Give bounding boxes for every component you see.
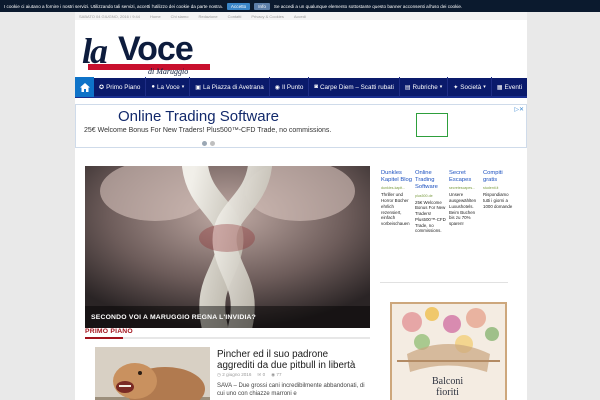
article-comments[interactable]: ✉ 0 bbox=[257, 372, 265, 378]
side-image-line1: Balconi bbox=[432, 376, 464, 387]
page-container: la Voce di Maruggio ✪ Primo Piano ● La Voc… bbox=[75, 20, 527, 400]
nav-home-button[interactable] bbox=[75, 77, 95, 97]
featured-image bbox=[85, 166, 370, 328]
logo-la: la bbox=[82, 31, 108, 71]
side-divider bbox=[380, 282, 508, 283]
nav-label: Il Punto bbox=[282, 83, 304, 91]
side-ad-source: dunkles-kapit... bbox=[381, 186, 406, 191]
top-link-chi-siamo[interactable]: Chi siamo bbox=[171, 14, 189, 19]
side-ad-title[interactable]: Online Trading Software bbox=[415, 170, 447, 192]
side-ad-1[interactable]: Dunkles Kapitel Blog dunkles-kapit... Th… bbox=[380, 170, 414, 270]
side-ad-desc: Rispondiamo tutti i giorni a 1000 domand… bbox=[483, 192, 513, 209]
nav-item-primo-piano[interactable]: ✪ Primo Piano bbox=[94, 77, 147, 97]
nav-item-rubriche[interactable]: ▤ Rubriche ▾ bbox=[400, 77, 449, 97]
side-ad-title[interactable]: Secret Escapes bbox=[449, 170, 481, 184]
article-views: ◉ 77 bbox=[271, 372, 282, 377]
article-title[interactable]: Pincher ed il suo padrone aggrediti da d… bbox=[217, 349, 367, 372]
ad-text: 25€ Welcome Bonus For New Traders! Plus5… bbox=[84, 127, 332, 134]
nav-item-piazza-avetrana[interactable]: ▣ La Piazza di Avetrana bbox=[190, 77, 270, 97]
section-divider bbox=[85, 337, 370, 339]
featured-caption[interactable]: SECONDO VOI A MARUGGIO REGNA L'INVIDIA? bbox=[85, 306, 370, 328]
ad-pagination bbox=[202, 141, 215, 146]
top-link-privacy[interactable]: Privacy & Cookies bbox=[251, 14, 283, 19]
nav-item-societa[interactable]: ✦ Società ▾ bbox=[448, 77, 492, 97]
book-icon: ▤ bbox=[404, 84, 411, 91]
ad-banner[interactable]: Online Trading Software 25€ Welcome Bonu… bbox=[75, 104, 527, 148]
comment-icon: ● bbox=[151, 84, 156, 90]
side-ad-desc: Unsere ausgewählten Luxushotels. Beim Bu… bbox=[449, 192, 477, 227]
star-icon: ✪ bbox=[99, 84, 105, 91]
top-link-contatti[interactable]: Contatti bbox=[228, 14, 242, 19]
side-ad-2[interactable]: Online Trading Software plus500.de 25€ W… bbox=[414, 170, 448, 270]
site-logo[interactable]: la Voce di Maruggio bbox=[82, 30, 212, 78]
side-ad-source: secretescapes... bbox=[449, 186, 476, 191]
article-date: ◷ 2 giugno 2016 bbox=[217, 372, 252, 377]
article-meta: ◷ 2 giugno 2016 ✉ 0 ◉ 77 bbox=[217, 372, 282, 378]
section-heading-primo-piano: PRIMO PIANO bbox=[85, 328, 133, 335]
side-ad-desc: Thriller und Horror Bücher ehrlich rezen… bbox=[381, 192, 410, 227]
ad-cta-box[interactable] bbox=[416, 113, 448, 137]
nav-label: La Voce bbox=[157, 83, 180, 91]
logo-subtitle: di Maruggio bbox=[148, 67, 189, 76]
nav-item-la-voce[interactable]: ● La Voce ▾ bbox=[146, 77, 191, 97]
side-ad-source: plus500.de bbox=[415, 193, 433, 198]
caret-down-icon: ▾ bbox=[181, 84, 185, 90]
cookie-text: I cookie ci aiutano a fornire i nostri s… bbox=[4, 3, 223, 9]
nav-item-il-punto[interactable]: ◉ Il Punto bbox=[270, 77, 310, 97]
camera-icon: ◙ bbox=[314, 84, 318, 90]
home-icon bbox=[79, 82, 90, 92]
cookie-info-button[interactable]: Info bbox=[254, 2, 270, 10]
nav-label: Rubriche bbox=[412, 83, 438, 91]
article-date-text: 2 giugno 2016 bbox=[222, 372, 252, 377]
side-ad-title[interactable]: Dunkles Kapitel Blog bbox=[381, 170, 413, 184]
nav-label: La Piazza di Avetrana bbox=[202, 83, 264, 91]
article-comments-count: 0 bbox=[262, 372, 266, 377]
cookie-accept-button[interactable]: Accetto bbox=[226, 2, 251, 10]
ad-choices-icon[interactable]: ▷✕ bbox=[514, 106, 524, 113]
top-link-home[interactable]: Home bbox=[150, 14, 161, 19]
cookie-scroll-text: Se accedi a un qualunque elemento sottos… bbox=[273, 3, 463, 9]
side-ad-grid: Dunkles Kapitel Blog dunkles-kapit... Th… bbox=[380, 170, 516, 270]
calendar-icon: ▦ bbox=[496, 84, 503, 91]
main-navbar: ✪ Primo Piano ● La Voce ▾ ▣ La Piazza di Ave… bbox=[75, 77, 527, 98]
side-ad-title[interactable]: Compiti gratis bbox=[483, 170, 515, 184]
nav-label: Società bbox=[460, 83, 482, 91]
side-image-ad[interactable]: Balconi fioriti bbox=[390, 302, 507, 400]
article-thumbnail[interactable] bbox=[95, 347, 210, 400]
nav-item-carpe-diem[interactable]: ◙ Carpe Diem – Scatti rubati bbox=[309, 77, 400, 97]
cookie-bar: I cookie ci aiutano a fornire i nostri s… bbox=[0, 0, 600, 12]
image-icon: ▣ bbox=[195, 84, 201, 91]
side-image-line2: fioriti bbox=[436, 387, 459, 398]
top-date: SABATO 04 GIUGNO, 2016 / 9:44 bbox=[79, 13, 140, 19]
ad-dot-2[interactable] bbox=[210, 141, 215, 146]
side-ad-source: studenti.it bbox=[483, 186, 499, 191]
nav-label: Eventi bbox=[504, 83, 522, 91]
caret-down-icon: ▾ bbox=[439, 84, 443, 90]
nav-label: Carpe Diem – Scatti rubati bbox=[320, 83, 394, 91]
top-link-accedi[interactable]: Accedi bbox=[294, 14, 306, 19]
top-link-redazione[interactable]: Redazione bbox=[198, 14, 217, 19]
ad-dot-1[interactable] bbox=[202, 141, 207, 146]
top-strip: SABATO 04 GIUGNO, 2016 / 9:44 Home Chi s… bbox=[75, 12, 527, 20]
nav-item-eventi[interactable]: ▦ Eventi bbox=[492, 77, 527, 97]
ad-title[interactable]: Online Trading Software bbox=[118, 108, 279, 125]
article-excerpt: SAVA – Due grossi cani incredibilmente a… bbox=[217, 383, 365, 398]
side-ad-4[interactable]: Compiti gratis studenti.it Rispondiamo t… bbox=[482, 170, 516, 270]
target-icon: ◉ bbox=[274, 84, 281, 91]
logo-voce: Voce bbox=[118, 30, 194, 68]
article-views-count: 77 bbox=[276, 372, 282, 377]
nav-label: Primo Piano bbox=[106, 83, 141, 91]
dog-photo bbox=[95, 347, 210, 400]
side-ad-3[interactable]: Secret Escapes secretescapes... Unsere a… bbox=[448, 170, 482, 270]
side-ad-desc: 25€ Welcome Bonus For New Traders! Plus5… bbox=[415, 199, 446, 234]
featured-slider[interactable]: SECONDO VOI A MARUGGIO REGNA L'INVIDIA? bbox=[85, 166, 370, 328]
caret-down-icon: ▾ bbox=[483, 84, 486, 90]
globe-icon: ✦ bbox=[453, 84, 459, 91]
side-image-text: Balconi fioriti bbox=[432, 376, 463, 398]
